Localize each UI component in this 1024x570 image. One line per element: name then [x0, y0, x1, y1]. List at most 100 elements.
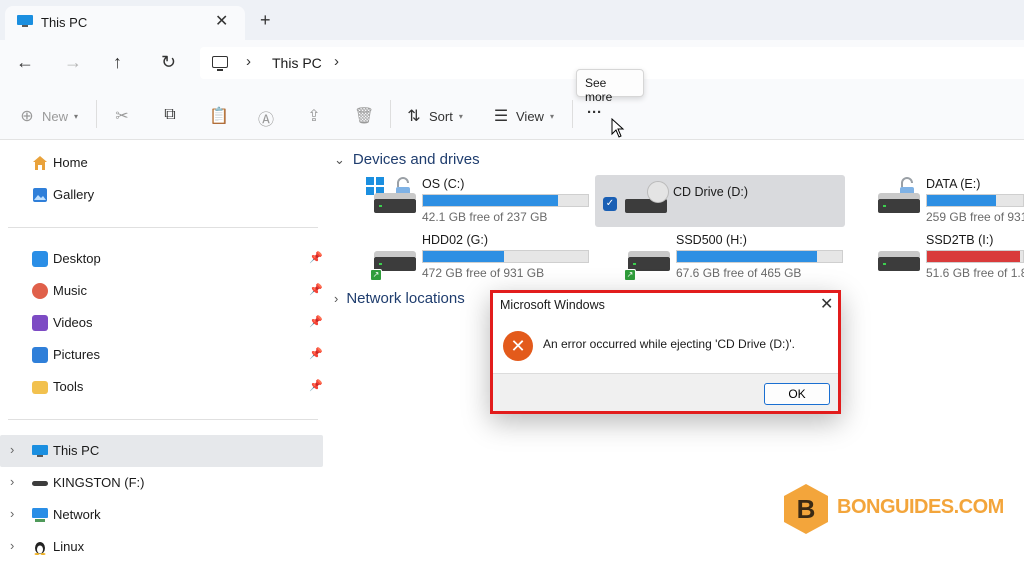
sort-button[interactable]: ⇅ Sort ▾	[405, 106, 463, 126]
computer-icon	[32, 445, 48, 457]
shortcut-arrow-icon: ↗	[624, 269, 636, 281]
dialog-message: An error occurred while ejecting 'CD Dri…	[543, 337, 795, 351]
pin-icon[interactable]: 📌	[309, 347, 323, 360]
drive-usage-bar	[676, 250, 843, 263]
pin-icon[interactable]: 📌	[309, 315, 323, 328]
see-more-button[interactable]: ···	[587, 104, 602, 121]
drive-usage-bar	[926, 250, 1024, 263]
mouse-cursor-icon	[611, 118, 625, 138]
copy-button[interactable]: ⧉	[161, 106, 179, 124]
chevron-right-icon[interactable]: ›	[10, 474, 14, 489]
breadcrumb-separator[interactable]: ›	[334, 53, 339, 70]
pin-icon[interactable]: 📌	[309, 251, 323, 264]
sidebar-item-network[interactable]: › Network	[0, 499, 323, 531]
ok-button[interactable]: OK	[764, 383, 830, 405]
logo-icon: B	[784, 484, 828, 534]
chevron-down-icon: ⌄	[334, 151, 345, 167]
sidebar-item-desktop[interactable]: Desktop 📌	[0, 243, 323, 275]
sidebar-item-music[interactable]: Music 📌	[0, 275, 323, 307]
hard-drive-icon	[878, 193, 920, 213]
new-tab-icon[interactable]: +	[260, 10, 271, 31]
drive-c[interactable]: OS (C:) 42.1 GB free of 237 GB	[366, 177, 616, 227]
sidebar-item-label: Videos	[53, 315, 93, 330]
back-icon[interactable]: ←	[16, 52, 34, 73]
sidebar-item-label: Desktop	[53, 251, 101, 266]
drive-g[interactable]: ↗ HDD02 (G:) 472 GB free of 931 GB	[366, 233, 616, 283]
drive-free-space: 259 GB free of 931	[926, 210, 1024, 224]
devices-section-header[interactable]: ⌄ Devices and drives	[334, 151, 480, 168]
trash-icon: 🗑	[354, 108, 375, 125]
sidebar-item-pictures[interactable]: Pictures 📌	[0, 339, 323, 371]
clipboard-icon: 📋	[209, 108, 229, 125]
sidebar-item-linux[interactable]: › Linux	[0, 531, 323, 563]
dialog-title: Microsoft Windows	[500, 298, 605, 312]
sort-icon: ⇅	[407, 108, 421, 125]
breadcrumb-this-pc[interactable]: This PC	[272, 55, 322, 71]
copy-icon: ⧉	[164, 106, 176, 123]
rename-button[interactable]: Ⓐ	[257, 106, 275, 130]
close-icon[interactable]: ✕	[820, 294, 833, 314]
up-icon[interactable]: ↑	[113, 52, 122, 73]
title-bar: This PC ✕ +	[0, 0, 1024, 40]
network-section-header[interactable]: › Network locations	[334, 290, 465, 307]
divider	[390, 100, 391, 128]
videos-icon	[32, 315, 48, 331]
drive-i[interactable]: SSD2TB (I:) 51.6 GB free of 1.81	[870, 233, 1024, 283]
pin-icon[interactable]: 📌	[309, 379, 323, 392]
view-button[interactable]: ☰ View ▾	[492, 106, 554, 126]
chevron-down-icon: ▾	[458, 111, 463, 121]
command-bar: ⊕ New ▾ ✂ ⧉ 📋 Ⓐ ⇪ 🗑 ⇅ Sort ▾ ☰ View ▾ ··…	[0, 86, 1024, 140]
drive-d[interactable]: ✓ CD Drive (D:)	[595, 175, 845, 227]
view-list-icon: ☰	[493, 108, 509, 125]
chevron-right-icon[interactable]: ›	[10, 442, 14, 457]
delete-button[interactable]: 🗑	[354, 106, 375, 126]
sidebar-item-videos[interactable]: Videos 📌	[0, 307, 323, 339]
sidebar-item-label: KINGSTON (F:)	[53, 475, 145, 490]
usb-drive-icon	[32, 481, 48, 486]
pin-icon[interactable]: 📌	[309, 283, 323, 296]
checkbox-checked-icon[interactable]: ✓	[603, 197, 617, 211]
drive-h[interactable]: ↗ SSD500 (H:) 67.6 GB free of 465 GB	[620, 233, 870, 283]
section-title: Devices and drives	[352, 151, 480, 168]
drive-free-space: 51.6 GB free of 1.81	[926, 266, 1024, 280]
close-tab-icon[interactable]: ✕	[215, 11, 228, 31]
watermark: B BONGUIDES.COM	[782, 483, 1022, 535]
chevron-right-icon: ›	[334, 291, 339, 306]
chevron-right-icon[interactable]: ›	[10, 538, 14, 553]
breadcrumb-separator[interactable]: ›	[246, 53, 251, 70]
sidebar-item-this-pc[interactable]: › This PC	[0, 435, 323, 467]
sidebar-item-kingston[interactable]: › KINGSTON (F:)	[0, 467, 323, 499]
drive-name: CD Drive (D:)	[673, 185, 748, 199]
refresh-icon[interactable]: ↻	[161, 52, 176, 73]
cut-button[interactable]: ✂	[113, 106, 131, 126]
sidebar-item-label: Tools	[53, 379, 84, 394]
hard-drive-icon	[374, 193, 416, 213]
sidebar-item-label: Network	[53, 507, 101, 522]
paste-button[interactable]: 📋	[209, 106, 229, 126]
new-button[interactable]: ⊕ New ▾	[18, 106, 78, 126]
chevron-down-icon: ▾	[549, 111, 554, 121]
watermark-text: BONGUIDES.COM	[837, 496, 1004, 518]
tooltip: See more	[576, 69, 644, 104]
computer-icon	[17, 15, 33, 27]
sidebar-item-label: Pictures	[53, 347, 100, 362]
error-icon: ✕	[503, 331, 533, 361]
sidebar-item-label: Gallery	[53, 187, 95, 202]
drive-name: SSD2TB (I:)	[926, 233, 994, 247]
sidebar-item-gallery[interactable]: Gallery	[0, 179, 323, 211]
drive-usage-bar	[926, 194, 1024, 207]
dialog-footer: OK	[493, 373, 838, 411]
drive-usage-bar	[422, 194, 589, 207]
sidebar-item-home[interactable]: Home	[0, 147, 323, 179]
tab-title: This PC	[41, 15, 88, 30]
forward-icon[interactable]: →	[64, 52, 82, 73]
logo-letter: B	[797, 494, 816, 524]
tab-this-pc[interactable]: This PC ✕	[5, 6, 245, 40]
drive-name: DATA (E:)	[926, 177, 981, 191]
drive-e[interactable]: DATA (E:) 259 GB free of 931	[870, 177, 1024, 227]
divider	[572, 100, 573, 128]
chevron-right-icon[interactable]: ›	[10, 506, 14, 521]
share-button[interactable]: ⇪	[305, 106, 323, 126]
drive-name: HDD02 (G:)	[422, 233, 488, 247]
sidebar-item-tools[interactable]: Tools 📌	[0, 371, 323, 403]
